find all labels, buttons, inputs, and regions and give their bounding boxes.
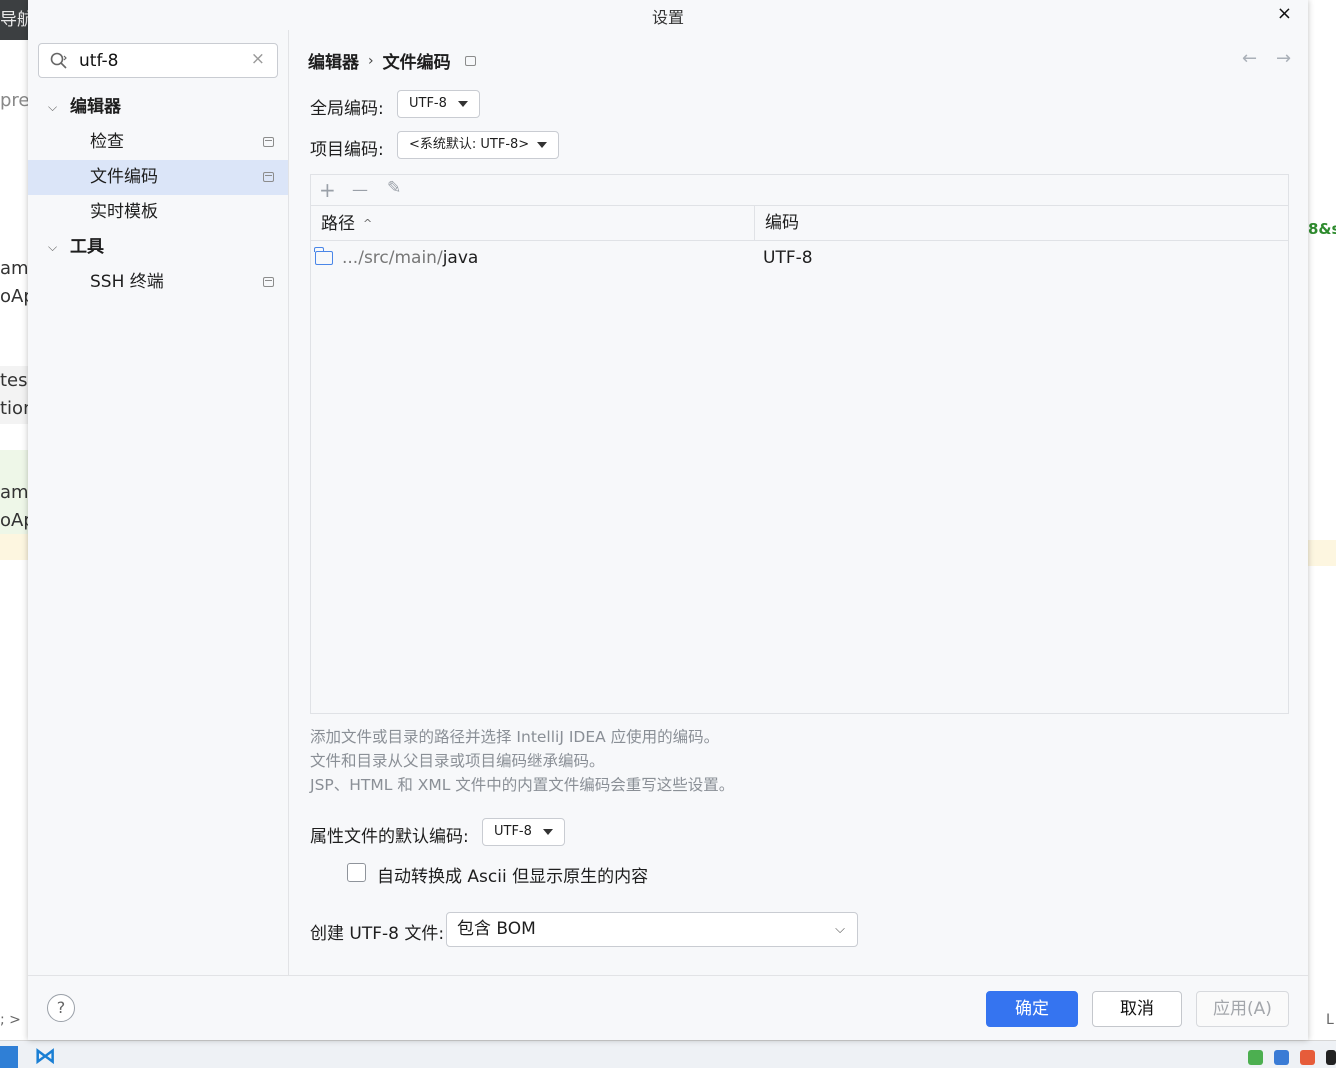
sidebar-item-editor[interactable]: ⌵ 编辑器 [28,90,288,125]
background-code-fragment: 8&s [1308,220,1336,238]
ok-button[interactable]: 确定 [986,991,1078,1027]
sidebar-item-label: 检查 [90,132,124,152]
tray-app-icon[interactable] [1248,1050,1263,1065]
background-toolbar-text: 导航( [0,0,30,40]
column-header-path[interactable]: 路径 ^ [311,206,754,241]
global-encoding-label: 全局编码: [310,99,384,119]
sidebar-item-label: 文件编码 [90,167,158,187]
global-encoding-select[interactable]: UTF-8 [397,90,480,118]
breadcrumb-current: 文件编码 [382,53,451,73]
sidebar-item-ssh-terminal[interactable]: SSH 终端 [28,265,288,300]
breadcrumb-parent[interactable]: 编辑器 [308,48,359,73]
hint-text: 添加文件或目录的路径并选择 IntelliJ IDEA 应使用的编码。 [310,728,720,746]
background-highlight [1308,540,1336,566]
taskbar [0,1040,1336,1068]
background-code-fragment: amp [0,482,30,503]
path-name: java [442,248,479,268]
sidebar-item-live-templates[interactable]: 实时模板 [28,195,288,230]
breadcrumb-separator: › [368,52,374,69]
background-statusbar-text: ; > [0,1012,21,1028]
sidebar-item-tools[interactable]: ⌵ 工具 [28,230,288,265]
background-code-fragment: prev [0,90,30,111]
table-row[interactable]: .../src/main/java UTF-8 [311,241,1288,277]
properties-encoding-label: 属性文件的默认编码: [310,827,469,847]
background-code-fragment: tes [0,370,28,391]
folder-icon [314,247,333,265]
properties-encoding-select[interactable]: UTF-8 [482,818,565,846]
create-utf8-select[interactable]: 包含 BOM ⌵ [446,912,858,947]
forward-arrow-icon[interactable]: → [1276,48,1291,69]
hint-text: 文件和目录从父目录或项目编码继承编码。 [310,752,605,770]
chevron-down-icon: ⌵ [48,240,58,254]
tray-app-icon[interactable] [1300,1050,1315,1065]
clear-search-icon[interactable]: × [251,49,265,69]
create-utf8-value: 包含 BOM [457,919,536,939]
settings-sidebar: × ⌵ 编辑器 检查 文件编码 实时模板 ⌵ 工具 SSH 终端 [28,30,289,975]
tray-app-icon[interactable] [1326,1050,1336,1065]
project-scope-icon [263,172,274,182]
sidebar-item-label: 工具 [70,237,104,257]
settings-main-panel: 编辑器 › 文件编码 ← → 全局编码: UTF-8 项目编码: <系统默认: UT… [290,30,1308,975]
table-toolbar: + — ✎ [311,175,1288,206]
sidebar-item-label: 实时模板 [90,202,158,222]
project-scope-icon [464,55,476,66]
apply-button[interactable]: 应用(A) [1196,991,1289,1027]
sidebar-item-label: 编辑器 [70,97,121,117]
background-highlight [0,534,30,560]
vscode-icon[interactable]: ⋈ [34,1046,62,1068]
sidebar-item-label: SSH 终端 [90,272,164,292]
column-header-encoding[interactable]: 编码 [755,206,1288,241]
column-header-label: 编码 [765,213,799,233]
add-icon[interactable]: + [319,178,336,202]
remove-icon[interactable]: — [352,180,368,199]
settings-dialog: 设置 × × ⌵ 编辑器 检查 文件编码 实时模板 [28,0,1308,1040]
start-icon[interactable] [0,1046,18,1068]
background-code-fragment: oAp [0,510,30,531]
settings-search[interactable]: × [38,43,278,78]
dialog-footer: ? 确定 取消 应用(A) [28,975,1308,1040]
project-encoding-value: <系统默认: UTF-8> [409,137,530,152]
background-code-fragment: tion [0,398,30,419]
search-icon [50,52,67,69]
dialog-title-bar[interactable]: 设置 × [28,0,1308,30]
sort-ascending-icon: ^ [363,217,373,230]
ascii-conversion-checkbox[interactable] [347,863,366,882]
project-encoding-label: 项目编码: [310,140,384,160]
properties-encoding-value: UTF-8 [494,824,532,839]
close-button[interactable]: × [1277,3,1292,24]
search-input[interactable] [79,49,244,73]
global-encoding-value: UTF-8 [409,96,447,111]
back-arrow-icon[interactable]: ← [1242,48,1257,69]
dropdown-arrow-icon [458,101,468,107]
tray-app-icon[interactable] [1274,1050,1289,1065]
chevron-down-icon: ⌵ [835,922,845,937]
dialog-title: 设置 [651,8,684,27]
path-prefix: .../src/main/ [342,248,443,268]
sidebar-item-file-encodings[interactable]: 文件编码 [28,160,288,195]
column-header-label: 路径 [321,214,355,234]
hint-text: JSP、HTML 和 XML 文件中的内置文件编码会重写这些设置。 [310,776,735,794]
background-code-fragment: amp [0,258,30,279]
create-utf8-label: 创建 UTF-8 文件: [310,924,445,944]
help-button[interactable]: ? [47,994,75,1022]
chevron-down-icon: ⌵ [48,100,58,114]
sidebar-item-inspections[interactable]: 检查 [28,125,288,160]
dropdown-arrow-icon [543,829,553,835]
path-encoding-table: + — ✎ 路径 ^ 编码 .../src/main/java UTF-8 [310,174,1289,714]
project-scope-icon [263,277,274,287]
dropdown-arrow-icon [537,142,547,148]
path-cell: .../src/main/java [342,248,478,268]
background-statusbar-text: L [1326,1012,1334,1028]
edit-icon[interactable]: ✎ [387,178,401,198]
project-scope-icon [263,137,274,147]
breadcrumb: 编辑器 › 文件编码 [308,48,476,73]
cancel-button[interactable]: 取消 [1092,991,1182,1027]
encoding-cell[interactable]: UTF-8 [763,248,813,268]
project-encoding-select[interactable]: <系统默认: UTF-8> [397,131,559,159]
ascii-conversion-label[interactable]: 自动转换成 Ascii 但显示原生的内容 [377,862,648,887]
background-code-fragment: oAp [0,286,30,307]
